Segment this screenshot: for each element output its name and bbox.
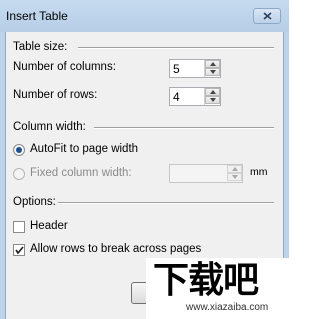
separator <box>94 127 274 129</box>
columns-value: 5 <box>173 62 180 76</box>
columns-decrement-button[interactable] <box>205 68 220 76</box>
radio-selected-dot <box>16 147 22 153</box>
options-group-label: Options: <box>13 196 56 208</box>
rows-increment-button[interactable] <box>205 88 220 96</box>
chevron-up-icon <box>210 62 216 66</box>
rows-decrement-button[interactable] <box>205 96 220 104</box>
watermark-url: www.xiazaiba.com <box>186 302 269 313</box>
chevron-up-icon <box>232 167 238 171</box>
fixed-width-decrement-button[interactable] <box>227 173 242 181</box>
chevron-down-icon <box>210 98 216 102</box>
allow-row-break-label[interactable]: Allow rows to break across pages <box>30 243 201 255</box>
fixed-width-label[interactable]: Fixed column width: <box>30 167 132 179</box>
fixed-width-stepper[interactable] <box>169 164 243 183</box>
header-label[interactable]: Header <box>30 220 68 232</box>
rows-label: Number of rows: <box>13 89 98 101</box>
close-button[interactable] <box>253 8 281 24</box>
autofit-label[interactable]: AutoFit to page width <box>30 143 138 155</box>
title-bar[interactable]: Insert Table <box>0 0 289 32</box>
separator <box>58 202 274 204</box>
fixed-width-unit: mm <box>250 166 268 178</box>
autofit-radio[interactable] <box>13 144 25 156</box>
watermark: 下载吧 www.xiazaiba.com <box>146 258 289 319</box>
columns-label: Number of columns: <box>13 61 116 73</box>
dialog-title: Insert Table <box>6 9 68 23</box>
chevron-up-icon <box>210 90 216 94</box>
header-checkbox[interactable] <box>13 221 25 233</box>
close-icon <box>263 12 272 20</box>
checkmark-icon <box>15 246 24 255</box>
allow-row-break-checkbox[interactable] <box>13 244 25 256</box>
rows-stepper[interactable]: 4 <box>169 87 221 106</box>
columns-increment-button[interactable] <box>205 60 220 68</box>
fixed-width-increment-button[interactable] <box>227 165 242 173</box>
column-width-group-label: Column width: <box>13 121 86 133</box>
chevron-down-icon <box>232 175 238 179</box>
fixed-width-radio[interactable] <box>13 168 25 180</box>
table-size-group-label: Table size: <box>13 41 68 53</box>
separator <box>78 47 274 49</box>
watermark-logo: 下载吧 <box>153 260 259 301</box>
chevron-down-icon <box>210 70 216 74</box>
rows-value: 4 <box>173 90 180 104</box>
columns-stepper[interactable]: 5 <box>169 59 221 78</box>
